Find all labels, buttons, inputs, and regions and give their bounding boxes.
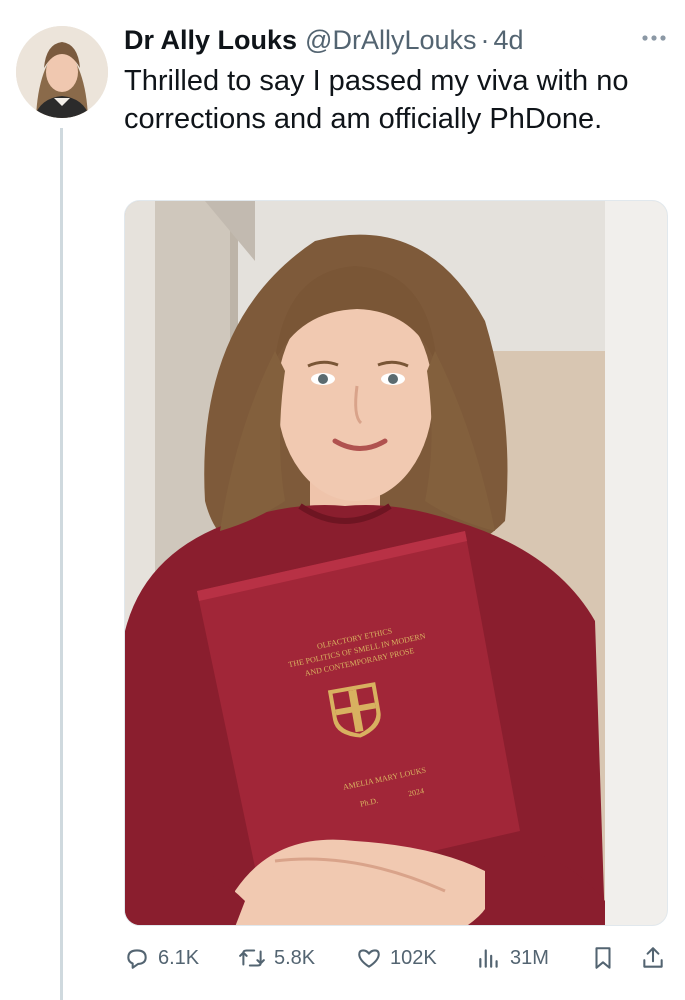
share-icon <box>643 947 663 968</box>
retweet-button[interactable]: 5.8K <box>238 945 315 971</box>
reply-icon <box>127 949 147 969</box>
timestamp[interactable]: 4d <box>494 25 524 56</box>
heart-icon <box>358 949 380 968</box>
bookmark-button[interactable] <box>590 945 624 971</box>
retweet-icon <box>239 949 265 967</box>
author-handle[interactable]: @DrAllyLouks <box>305 25 476 56</box>
view-count: 31M <box>510 946 549 969</box>
thread-line <box>60 128 63 1000</box>
separator-dot: · <box>480 24 490 55</box>
like-count: 102K <box>390 946 437 969</box>
avatar-image <box>16 26 108 118</box>
views-button[interactable]: 31M <box>476 945 549 971</box>
author-name[interactable]: Dr Ally Louks <box>124 25 297 56</box>
retweet-count: 5.8K <box>274 946 316 969</box>
share-button[interactable] <box>640 945 674 971</box>
bookmark-icon <box>595 947 611 969</box>
reply-button[interactable]: 6.1K <box>124 945 199 971</box>
tweet-text: Thrilled to say I passed my viva with no… <box>124 65 629 135</box>
more-options-icon[interactable] <box>641 22 667 48</box>
tweet-photo[interactable]: OLFACTORY ETHICS THE POLITICS OF SMELL I… <box>124 200 668 926</box>
avatar[interactable] <box>16 26 108 118</box>
reply-count: 6.1K <box>158 946 200 969</box>
tweet-header: Dr Ally Louks @DrAllyLouks · 4d <box>124 20 669 60</box>
views-icon <box>479 949 498 968</box>
tweet-actions: 6.1K 5.8K 102K 31M <box>124 936 672 980</box>
like-button[interactable]: 102K <box>356 945 437 971</box>
